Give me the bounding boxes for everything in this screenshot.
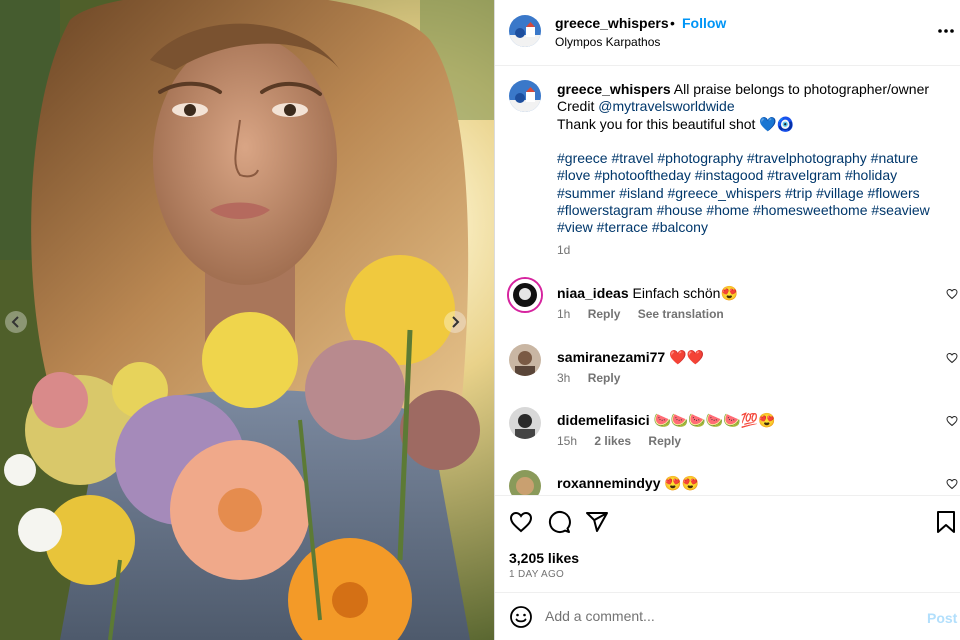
reply-button[interactable]: Reply [588,371,621,385]
more-options-icon[interactable] [937,22,955,40]
reply-button[interactable]: Reply [648,434,681,448]
comment-username[interactable]: niaa_ideas [557,285,629,301]
commenter-avatar[interactable] [507,277,543,313]
comment-time: 3h [557,371,571,385]
post-caption: greece_whispers All praise belongs to ph… [557,81,949,133]
caption-avatar[interactable] [509,80,541,112]
avatar-image [509,470,541,495]
previous-photo-button[interactable] [5,311,27,333]
comment-username[interactable]: roxannemindyy [557,475,660,491]
caption-credit-prefix: Credit [557,98,595,115]
share-icon[interactable] [585,510,609,534]
avatar-image [509,15,541,47]
post-header: greece_whispers • Follow Olympos Karpath… [495,0,960,66]
commenter-avatar[interactable] [509,470,541,495]
follow-button[interactable]: Follow [682,15,726,31]
comment-item: niaa_ideas Einfach schön😍 1h Reply See t… [495,277,960,340]
heart-icon[interactable] [946,415,958,427]
caption-age: 1d [557,243,571,257]
post-photo[interactable] [0,0,494,640]
comment-text: 😍😍 [664,475,700,491]
post-image [0,0,494,640]
author-username[interactable]: greece_whispers [555,15,669,31]
add-comment-bar: Post [495,592,960,640]
comment-likes-count[interactable]: 2 likes [594,434,631,448]
avatar-image [509,279,541,311]
comment-text: 🍉🍉🍉🍉🍉💯😍 [653,412,776,428]
comment-time: 15h [557,434,578,448]
chevron-left-icon [11,316,19,328]
comment-text: Einfach schön😍 [632,285,738,301]
author-avatar[interactable] [509,15,541,47]
avatar-image [509,407,541,439]
next-photo-button[interactable] [444,311,466,333]
caption-line-1: All praise belongs to photographer/owner [673,81,930,97]
comment-time: 1h [557,307,571,321]
post-comment-button[interactable]: Post [927,610,957,626]
comment-item: samiranezami77 ❤️❤️ 3h Reply [495,344,960,404]
heart-icon[interactable] [946,478,958,490]
caption-hashtags[interactable]: #greece #travel #photography #travelphot… [557,150,949,236]
comment-username[interactable]: samiranezami77 [557,349,665,365]
likes-count[interactable]: 3,205 likes [509,550,579,566]
comment-username[interactable]: didemelifasici [557,412,650,428]
comment-item: didemelifasici 🍉🍉🍉🍉🍉💯😍 15h 2 likes Reply [495,407,960,467]
post-actions: 3,205 likes 1 DAY AGO [495,495,960,587]
comment-icon[interactable] [547,510,571,534]
caption-line-3: Thank you for this beautiful shot 💙🧿 [557,115,795,132]
caption-username[interactable]: greece_whispers [557,81,671,97]
comment-text: ❤️❤️ [669,349,704,365]
avatar-image [509,344,541,376]
post-sidebar: greece_whispers • Follow Olympos Karpath… [494,0,960,640]
separator-dot: • [670,15,675,31]
avatar-image [509,80,541,112]
heart-icon[interactable] [946,352,958,364]
see-translation-button[interactable]: See translation [638,307,724,321]
chevron-right-icon [452,316,460,328]
reply-button[interactable]: Reply [588,307,621,321]
heart-icon[interactable] [946,288,958,300]
heart-icon[interactable] [509,510,533,534]
emoji-icon[interactable] [509,605,533,629]
commenter-avatar[interactable] [509,344,541,376]
bookmark-icon[interactable] [935,510,957,534]
comment-item: roxannemindyy 😍😍 [495,470,960,495]
commenter-avatar[interactable] [509,407,541,439]
post-location[interactable]: Olympos Karpathos [555,35,660,49]
credit-mention-link[interactable]: @mytravelsworldwide [598,98,734,114]
comment-input[interactable] [545,605,905,627]
post-date: 1 DAY AGO [509,569,565,580]
instagram-post-view: greece_whispers • Follow Olympos Karpath… [0,0,960,640]
